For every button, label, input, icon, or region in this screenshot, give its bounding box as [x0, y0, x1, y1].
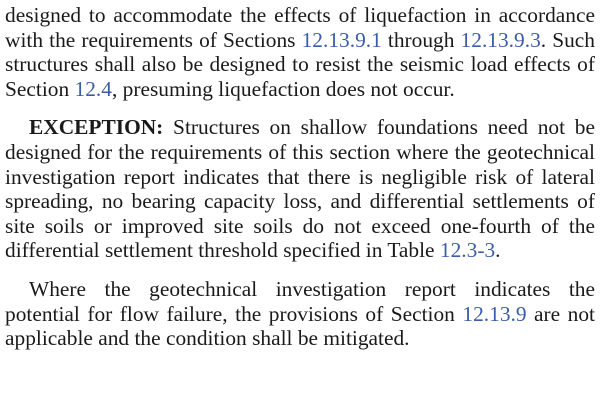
section-link-12-13-9-3[interactable]: 12.13.9.3	[461, 28, 541, 52]
text: , presuming liquefaction does not occur.	[111, 76, 455, 101]
section-link-12-13-9-1[interactable]: 12.13.9.1	[302, 28, 382, 52]
section-link-12-13-9[interactable]: 12.13.9	[462, 302, 526, 326]
exception-label: EXCEPTION:	[29, 115, 164, 140]
paragraph-flow-failure: Where the geotechnical investigation rep…	[5, 277, 595, 351]
document-page: designed to accommodate the effects of l…	[0, 0, 600, 411]
paragraph-exception: EXCEPTION: Structures on shallow foundat…	[5, 115, 595, 263]
text: through	[381, 27, 461, 52]
paragraph-liquefaction-design: designed to accommodate the effects of l…	[5, 3, 595, 101]
section-link-12-4[interactable]: 12.4	[75, 77, 112, 101]
table-link-12-3-3[interactable]: 12.3-3	[440, 238, 495, 262]
text: .	[495, 238, 501, 263]
